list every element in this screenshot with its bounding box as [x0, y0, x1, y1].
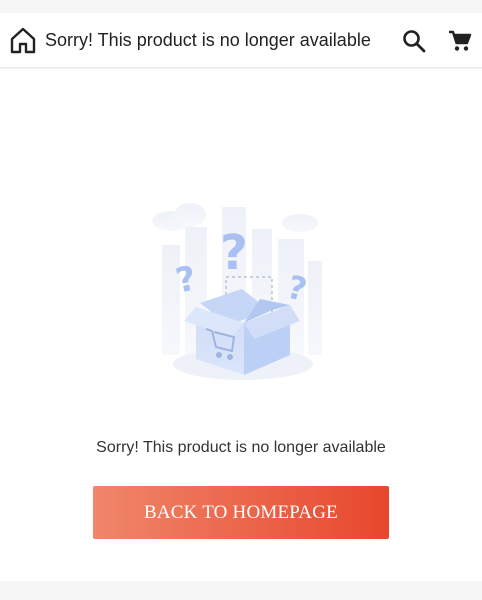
page-title: Sorry! This product is no longer availab…: [45, 30, 371, 50]
search-button[interactable]: [400, 27, 428, 55]
empty-box-illustration: ? ? ?: [140, 199, 340, 459]
bottom-strip: [0, 581, 482, 600]
status-strip: [0, 0, 482, 13]
cart-button[interactable]: [446, 27, 474, 55]
home-icon: [10, 27, 36, 54]
svg-text:?: ?: [220, 225, 248, 281]
content-area: ? ? ? Sorry! This product is no longer a…: [0, 69, 482, 581]
unavailable-message: Sorry! This product is no longer availab…: [96, 439, 386, 456]
back-to-homepage-button[interactable]: BACK TO HOMEPAGE: [93, 486, 389, 539]
search-icon: [403, 30, 426, 53]
top-bar: Sorry! This product is no longer availab…: [0, 13, 482, 68]
cart-icon: [449, 30, 472, 51]
home-button[interactable]: [8, 25, 38, 55]
